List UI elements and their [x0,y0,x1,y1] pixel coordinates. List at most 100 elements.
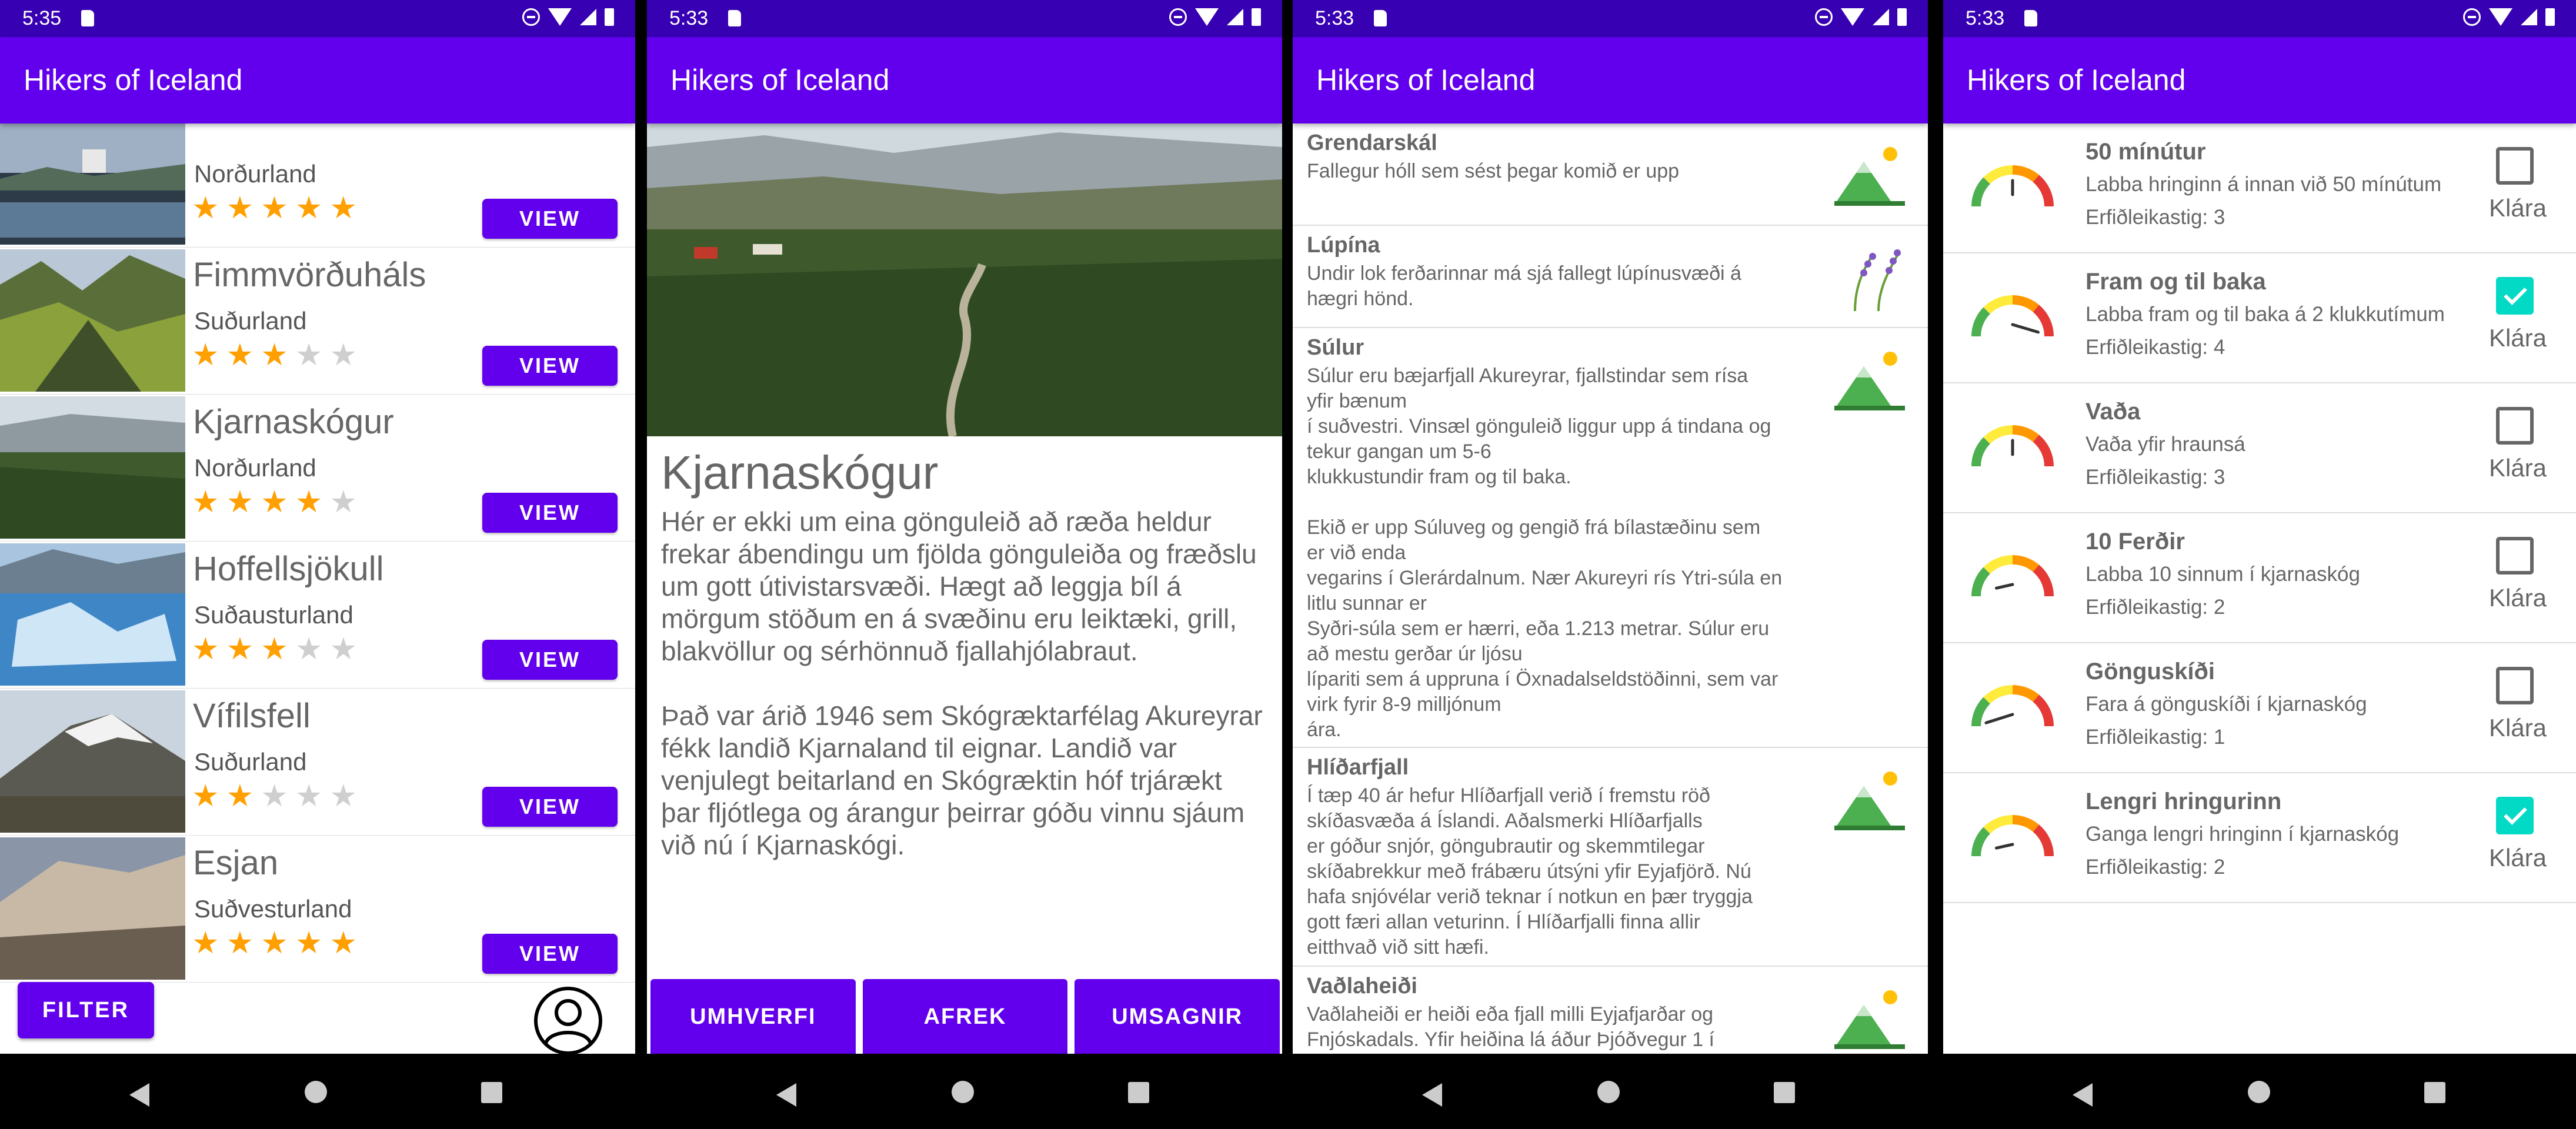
recent-apps-icon[interactable] [2424,1082,2445,1103]
trail-row[interactable]: Hoffellsjökull Suðausturland ★ ★ ★ ★ ★ VIEW [0,541,635,689]
tab-afrek[interactable]: AFREK [862,979,1068,1054]
achievement-difficulty: Erfiðleikastig: 4 [2086,336,2225,359]
item-text: Vaðlaheiði er heiði eða fjall milli Eyja… [1307,1003,1714,1051]
item-text: Í tæp 40 ár hefur Hlíðarfjall verið í fr… [1307,784,1753,958]
tab-umsagnir[interactable]: UMSAGNIR [1075,979,1280,1054]
complete-checkbox[interactable] [2496,797,2534,834]
status-time: 5:33 [669,7,709,29]
trail-row[interactable]: Norðurland ★ ★ ★ ★ ★ VIEW [0,123,635,248]
complete-label: Klára [2488,844,2547,871]
trail-name: Esjan [193,844,279,882]
trail-row[interactable]: Fimmvörðuháls Suðurland ★ ★ ★ ★ ★ VIEW [0,247,635,395]
home-icon[interactable] [1597,1081,1620,1103]
complete-checkbox[interactable] [2496,667,2534,704]
achievement-description: Labba fram og til baka á 2 klukkutímum [2086,303,2445,326]
star-rating: ★ ★ ★ ★ ★ [192,340,357,370]
status-time: 5:35 [22,7,62,29]
view-button[interactable]: VIEW [482,346,618,386]
achievement-row[interactable]: Lengri hringurinn Ganga lengri hringinn … [1943,773,2576,903]
view-button[interactable]: VIEW [482,640,618,680]
list-item[interactable]: Hlíðarfjall Í tæp 40 ár hefur Hlíðarfjal… [1293,748,1928,967]
trail-name: Fimmvörðuháls [193,256,426,294]
complete-checkbox[interactable] [2496,537,2534,574]
back-icon[interactable] [1422,1083,1442,1107]
complete-checkbox[interactable] [2496,277,2534,315]
list-item[interactable]: Lúpína Undir lok ferðarinnar má sjá fall… [1293,226,1928,328]
battery-icon [2545,8,2555,26]
back-icon[interactable] [129,1083,149,1107]
trail-region: Suðausturland [194,601,353,629]
do-not-disturb-icon [2463,8,2481,26]
environment-list[interactable]: Grendarskál Fallegur hóll sem sést þegar… [1293,123,1928,1054]
complete-label: Klára [2488,454,2547,482]
detail-tabs: UMHVERFI AFREK UMSAGNIR [650,979,1280,1054]
achievement-description: Labba hringinn á innan við 50 mínútum [2086,173,2442,196]
achievement-row[interactable]: Fram og til baka Labba fram og til baka … [1943,253,2576,383]
view-button[interactable]: VIEW [482,787,618,827]
view-button[interactable]: VIEW [482,934,618,974]
achievement-difficulty: Erfiðleikastig: 2 [2086,856,2225,879]
star-icon: ★ [329,191,358,225]
star-icon: ★ [295,191,323,225]
trail-image [0,837,185,980]
recent-apps-icon[interactable] [1128,1082,1149,1103]
home-icon[interactable] [2248,1081,2270,1103]
trail-image [0,543,185,686]
view-button[interactable]: VIEW [482,199,618,239]
home-icon[interactable] [952,1081,974,1103]
achievement-row[interactable]: Gönguskíði Fara á gönguskíði í kjarnaskó… [1943,643,2576,773]
view-button[interactable]: VIEW [482,493,618,533]
achievement-list[interactable]: 50 mínútur Labba hringinn á innan við 50… [1943,123,2576,1054]
battery-icon [1252,8,1261,26]
status-bar: 5:33 [647,0,1282,37]
list-item[interactable]: Grendarskál Fallegur hóll sem sést þegar… [1293,123,1928,226]
list-item[interactable]: Súlur Súlur eru bæjarfjall Akureyrar, fj… [1293,328,1928,748]
achievement-difficulty: Erfiðleikastig: 3 [2086,466,2225,489]
sd-card-icon [1374,10,1387,26]
back-icon[interactable] [2073,1083,2093,1107]
status-time: 5:33 [1966,7,2005,29]
achievement-description: Ganga lengri hringinn í kjarnaskóg [2086,823,2400,846]
star-rating: ★ ★ ★ ★ ★ [192,928,357,958]
complete-label: Klára [2488,324,2547,352]
trail-list[interactable]: Norðurland ★ ★ ★ ★ ★ VIEW Fimmvörðuháls Suðu… [0,123,635,1054]
app-bar: Hikers of Iceland [1293,37,1928,123]
trail-region: Norðurland [194,454,316,482]
complete-checkbox[interactable] [2496,147,2534,185]
recent-apps-icon[interactable] [1774,1082,1795,1103]
star-icon: ★ [329,632,358,666]
signal-icon [1873,9,1889,25]
filter-button[interactable]: FILTER [18,982,154,1038]
trail-region: Suðurland [194,307,307,335]
achievement-row[interactable]: 10 Ferðir Labba 10 sinnum í kjarnaskóg E… [1943,513,2576,643]
account-circle-icon[interactable] [533,986,603,1056]
app-title: Hikers of Iceland [1316,64,1536,96]
trail-row[interactable]: Esjan Suðvesturland ★ ★ ★ ★ ★ VIEW [0,835,635,983]
app-bar: Hikers of Iceland [647,37,1282,123]
star-icon: ★ [226,485,254,519]
do-not-disturb-icon [1169,8,1187,26]
star-icon: ★ [329,485,358,519]
complete-checkbox[interactable] [2496,407,2534,445]
tab-umhverfi[interactable]: UMHVERFI [650,979,856,1054]
star-icon: ★ [226,926,254,960]
system-nav-bar [647,1054,1282,1129]
home-icon[interactable] [305,1081,327,1103]
achievement-row[interactable]: Vaða Vaða yfir hraunsá Erfiðleikastig: 3… [1943,383,2576,513]
achievement-row[interactable]: 50 mínútur Labba hringinn á innan við 50… [1943,123,2576,253]
star-icon: ★ [329,926,358,960]
trail-row[interactable]: Vífilsfell Suðurland ★ ★ ★ ★ ★ VIEW [0,688,635,836]
achievement-title: 50 mínútur [2086,139,2206,165]
star-icon: ★ [261,485,288,519]
trail-row[interactable]: Kjarnaskógur Norðurland ★ ★ ★ ★ ★ VIEW [0,394,635,542]
achievement-title: Gönguskíði [2086,659,2215,684]
trail-name: Hoffellsjökull [193,550,384,588]
recent-apps-icon[interactable] [481,1082,502,1103]
trail-description: Hér er ekki um eina gönguleið að ræða he… [661,506,1263,860]
do-not-disturb-icon [1815,8,1833,26]
back-icon[interactable] [776,1083,796,1107]
signal-icon [580,9,596,25]
list-item[interactable]: Vaðlaheiði Vaðlaheiði er heiði eða fjall… [1293,967,1928,1054]
star-icon: ★ [329,338,358,372]
item-text: Fallegur hóll sem sést þegar komið er up… [1307,160,1680,182]
